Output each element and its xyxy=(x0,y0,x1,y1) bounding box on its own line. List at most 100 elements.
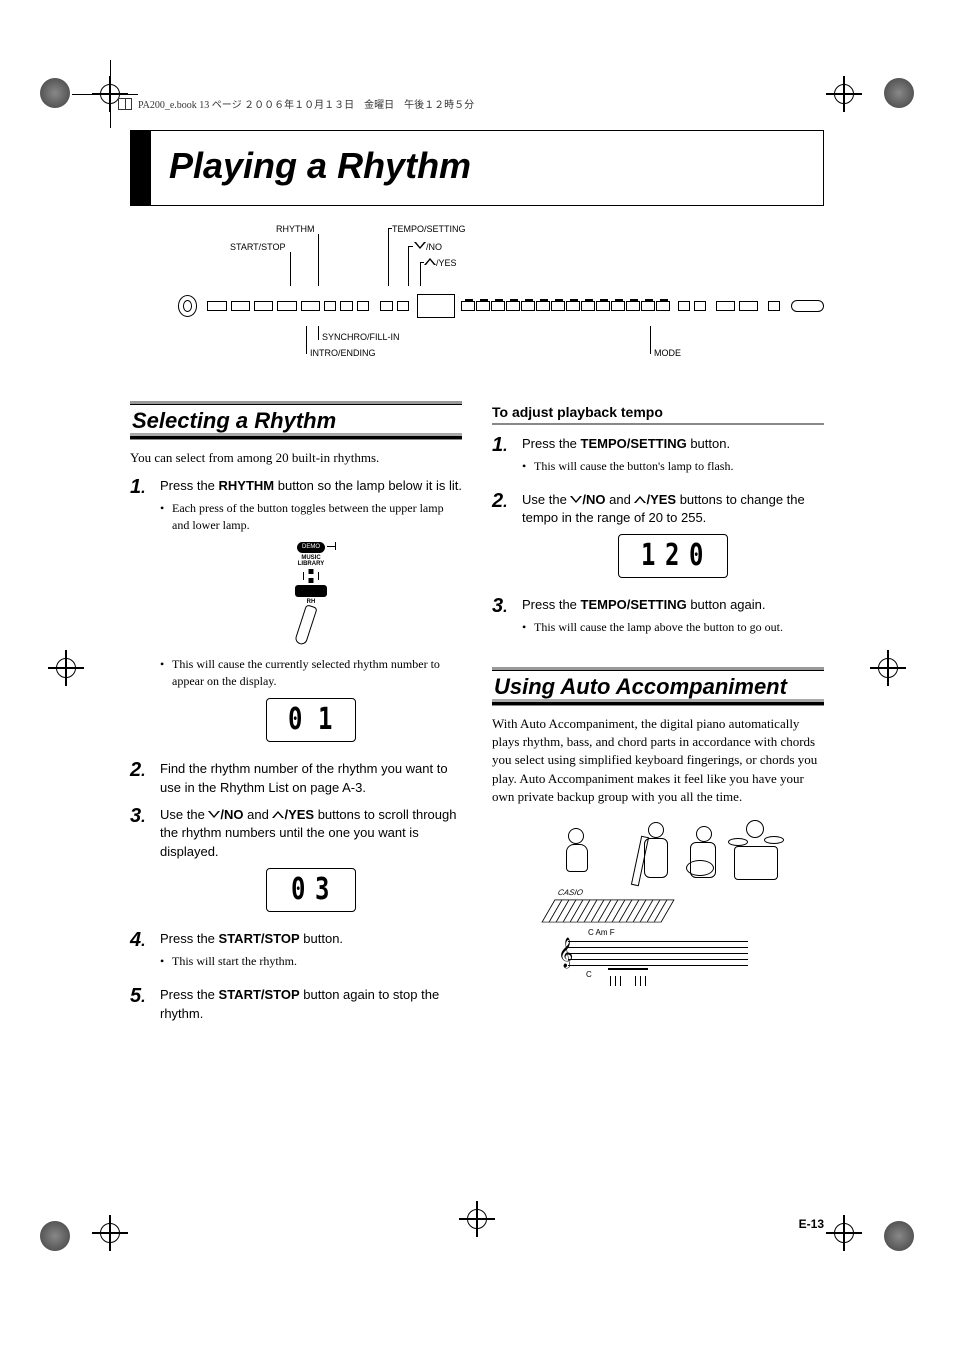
left-column: Selecting a Rhythm You can select from a… xyxy=(130,404,462,1031)
panel-button xyxy=(277,301,296,311)
step-4: 4 Press the START/STOP button. This will… xyxy=(130,930,462,978)
intro-text: You can select from among 20 built-in rh… xyxy=(130,449,462,467)
figure-button xyxy=(295,585,327,597)
label-startstop: START/STOP xyxy=(230,242,286,252)
band-illustration: CASIO C Am F 𝄞 C xyxy=(528,816,788,996)
step-text: Press the xyxy=(160,987,219,1002)
illus-staff: C Am F 𝄞 C xyxy=(568,936,748,976)
chevron-down-icon xyxy=(414,242,426,250)
volume-knob xyxy=(178,295,197,317)
bullet: Each press of the button toggles between… xyxy=(160,500,462,534)
demo-pill: DEMO xyxy=(297,542,325,553)
step-number: 5 xyxy=(130,986,152,1024)
step-text: button again. xyxy=(687,597,766,612)
header-meta-text: PA200_e.book 13 ページ ２００６年１０月１３日 金曜日 午後１２… xyxy=(138,96,474,111)
chevron-down-icon xyxy=(208,811,220,819)
panel-button xyxy=(694,301,706,311)
step-3: 3 Use the /NO and /YES buttons to scroll… xyxy=(130,806,462,923)
panel-button xyxy=(357,301,369,311)
panel-button xyxy=(739,301,758,311)
step-number: 4 xyxy=(130,930,152,978)
step-text: Press the xyxy=(522,436,581,451)
chevron-down-icon xyxy=(570,496,582,504)
step-text: Press the xyxy=(522,597,581,612)
section-auto-accompaniment: Using Auto Accompaniment xyxy=(492,670,824,705)
tempo-step-1: 1 Press the TEMPO/SETTING button. This w… xyxy=(492,435,824,483)
button-ref-no: /NO xyxy=(220,807,243,822)
step-text: button. xyxy=(687,436,730,451)
chord-labels: C Am F xyxy=(588,928,615,937)
button-ref-yes: /YES xyxy=(284,807,314,822)
panel-button xyxy=(301,301,320,311)
bullet: This will start the rhythm. xyxy=(160,953,462,970)
step-text: Use the xyxy=(160,807,208,822)
panel-button xyxy=(324,301,336,311)
page-number: E-13 xyxy=(799,1217,824,1231)
illus-brand: CASIO xyxy=(557,888,583,897)
step-text: and xyxy=(244,807,273,822)
panel-button xyxy=(768,301,780,311)
step-5: 5 Press the START/STOP button again to s… xyxy=(130,986,462,1024)
button-ref-startstop: START/STOP xyxy=(219,987,300,1002)
panel-button xyxy=(397,301,409,311)
step-1: 1 Press the RHYTHM button so the lamp be… xyxy=(130,477,462,752)
step-number: 2 xyxy=(492,491,514,589)
music-library-label: MUSICLIBRARY xyxy=(160,555,462,567)
panel-button xyxy=(791,300,824,312)
button-ref-startstop: START/STOP xyxy=(219,931,300,946)
bullet: This will cause the currently selected r… xyxy=(160,656,462,690)
page-title: Playing a Rhythm xyxy=(151,131,489,205)
label-mode: MODE xyxy=(654,348,681,358)
panel-button xyxy=(231,301,250,311)
subhead-tempo: To adjust playback tempo xyxy=(492,404,824,425)
display-03: 03 xyxy=(266,868,356,912)
panel-button xyxy=(380,301,392,311)
page-title-bar: Playing a Rhythm xyxy=(130,130,824,206)
lamp-box xyxy=(297,569,325,583)
step-number: 3 xyxy=(492,596,514,644)
label-synchro: SYNCHRO/FILL-IN xyxy=(322,332,400,342)
auto-body: With Auto Accompaniment, the digital pia… xyxy=(492,715,824,806)
tone-buttons xyxy=(461,301,670,311)
panel-button xyxy=(254,301,273,311)
label-intro: INTRO/ENDING xyxy=(310,348,376,358)
button-ref-no: /NO xyxy=(582,492,605,507)
finger-icon xyxy=(298,606,324,646)
panel-button xyxy=(678,301,690,311)
title-block xyxy=(131,131,151,205)
chevron-up-icon xyxy=(424,258,436,266)
tempo-step-3: 3 Press the TEMPO/SETTING button again. … xyxy=(492,596,824,644)
chevron-up-icon xyxy=(634,496,646,504)
step-text: button. xyxy=(300,931,343,946)
label-yes: /YES xyxy=(436,258,457,268)
step-2: 2 Find the rhythm number of the rhythm y… xyxy=(130,760,462,798)
button-ref-tempo: TEMPO/SETTING xyxy=(581,436,687,451)
book-icon xyxy=(118,98,132,110)
tempo-step-2: 2 Use the /NO and /YES buttons to change… xyxy=(492,491,824,589)
label-rhythm: RHYTHM xyxy=(276,224,315,234)
step-text: button so the lamp below it is lit. xyxy=(274,478,462,493)
section-selecting-rhythm: Selecting a Rhythm xyxy=(130,404,462,439)
step-text: and xyxy=(606,492,635,507)
display-120: 120 xyxy=(618,534,728,578)
right-column: To adjust playback tempo 1 Press the TEM… xyxy=(492,404,824,1031)
step-text: Use the xyxy=(522,492,570,507)
label-no: /NO xyxy=(426,242,442,252)
step-number: 1 xyxy=(130,477,152,752)
button-ref-yes: /YES xyxy=(646,492,676,507)
step-number: 1 xyxy=(492,435,514,483)
step-text: Press the xyxy=(160,478,219,493)
tab-c: C xyxy=(586,970,592,979)
label-tempo: TEMPO/SETTING xyxy=(392,224,466,234)
bullet: This will cause the lamp above the butto… xyxy=(522,619,824,636)
panel-button xyxy=(340,301,352,311)
button-ref-rhythm: RHYTHM xyxy=(219,478,275,493)
step-text: Press the xyxy=(160,931,219,946)
panel-diagram: RHYTHM TEMPO/SETTING START/STOP /NO /YES xyxy=(170,224,824,374)
panel-button xyxy=(716,301,735,311)
panel-button xyxy=(207,301,226,311)
illus-keyboard xyxy=(541,899,674,922)
bullet: This will cause the button's lamp to fla… xyxy=(522,458,824,475)
step-number: 3 xyxy=(130,806,152,923)
rhythm-button-figure: DEMO MUSICLIBRARY RH xyxy=(160,542,462,647)
